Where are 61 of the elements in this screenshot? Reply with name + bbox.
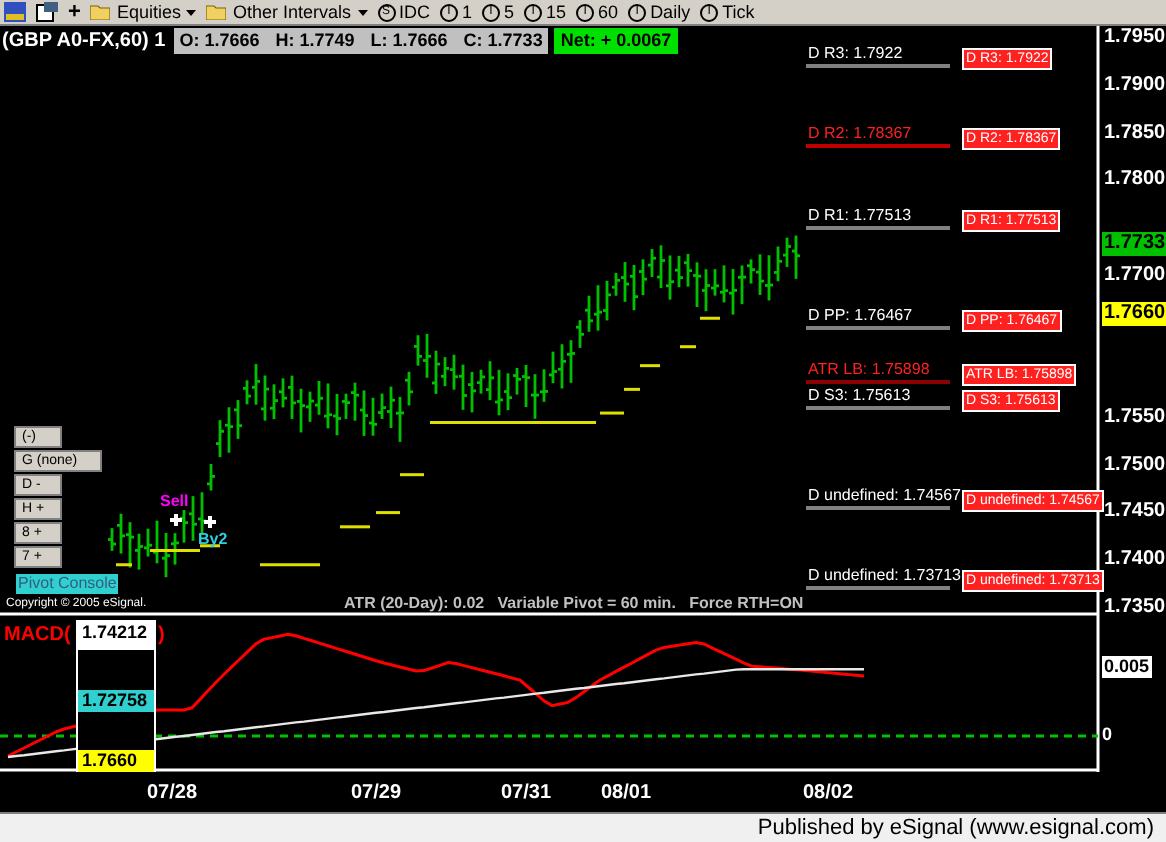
quote-value: L: 1.7666 — [370, 27, 448, 54]
caret-icon — [186, 9, 197, 15]
signal-label: By2 — [198, 530, 228, 548]
price-axis-label: 1.7550 — [1102, 406, 1166, 430]
cursor-value: 1.74212 — [78, 622, 154, 650]
status-text: Published by eSignal (www.esignal.com) — [757, 817, 1156, 839]
menu-button[interactable]: Other Intervals — [232, 3, 351, 21]
price-axis-label: 1.7950 — [1102, 26, 1166, 50]
interval-button[interactable]: 60 — [598, 3, 619, 21]
signal-label: Sell — [160, 492, 189, 510]
macd-title: ) — [158, 622, 165, 650]
symbol-title: (GBP A0-FX,60) 1 — [0, 28, 168, 56]
price-axis-label: 1.7660 — [1102, 302, 1166, 326]
add-button[interactable]: + — [68, 1, 81, 23]
price-axis-label: 1.7350 — [1102, 596, 1166, 620]
date-label: 07/31 — [500, 780, 552, 808]
folder-icon — [90, 4, 111, 20]
price-axis-label: 1.7700 — [1102, 264, 1166, 288]
price-axis-label: 1.7800 — [1102, 168, 1166, 192]
date-label: 08/02 — [802, 780, 854, 808]
interval-button[interactable]: Daily — [650, 3, 691, 21]
price-axis-label: 1.7900 — [1102, 74, 1166, 98]
date-label: 08/01 — [600, 780, 652, 808]
quote-value: O: 1.7666 — [179, 27, 260, 54]
macd-title: MACD( — [4, 622, 71, 650]
price-axis-label: 1.7450 — [1102, 500, 1166, 524]
interval-button[interactable]: Tick — [722, 3, 755, 21]
price-axis-label: 1.7400 — [1102, 548, 1166, 572]
macd-axis-label: 0 — [1102, 724, 1113, 746]
date-label: 07/28 — [146, 780, 198, 808]
interval-button[interactable]: 15 — [546, 3, 567, 21]
folder-icon — [206, 4, 227, 20]
study-info-text: ATR (20-Day): 0.02 Variable Pivot = 60 min. Force RTH=ON — [344, 594, 804, 612]
pivot-label: D undefined: 1.73713 — [808, 566, 962, 584]
price-axis-label: 1.7733 — [1102, 232, 1166, 256]
pivot-console-button[interactable]: Pivot Console — [16, 574, 119, 594]
pivot-label: D PP: 1.76467 — [808, 306, 913, 324]
signal-marker-icon — [168, 512, 184, 528]
price-axis-label: 1.7850 — [1102, 122, 1166, 146]
net-change: Net: + 0.0067 — [554, 28, 678, 54]
properties-icon[interactable] — [36, 2, 58, 22]
interval-button[interactable]: 1 — [462, 3, 473, 21]
pivot-label: D undefined: 1.74567 — [808, 486, 962, 504]
chart-icon[interactable] — [4, 2, 26, 22]
pivot-label: D R3: 1.7922 — [808, 44, 903, 62]
interval-button[interactable]: IDC — [399, 3, 430, 21]
date-label: 07/29 — [350, 780, 402, 808]
cursor-value: 1.7660 — [78, 750, 154, 772]
signal-marker-icon — [202, 514, 218, 530]
pivot-label: D R1: 1.77513 — [808, 206, 912, 224]
menu-button[interactable]: Equities — [116, 3, 181, 21]
caret-icon — [357, 9, 367, 15]
pivot-label: ATR LB: 1.75898 — [808, 360, 930, 378]
pivot-label: D R2: 1.78367 — [808, 124, 912, 142]
macd-axis-label: 0.005 — [1102, 656, 1152, 678]
pivot-label: D S3: 1.75613 — [808, 386, 911, 404]
interval-button[interactable]: 5 — [504, 3, 515, 21]
price-axis-label: 1.7500 — [1102, 454, 1166, 478]
quote-value: C: 1.7733 — [463, 27, 543, 54]
cursor-value: 1.72758 — [78, 689, 154, 711]
quote-value: H: 1.7749 — [275, 27, 355, 54]
